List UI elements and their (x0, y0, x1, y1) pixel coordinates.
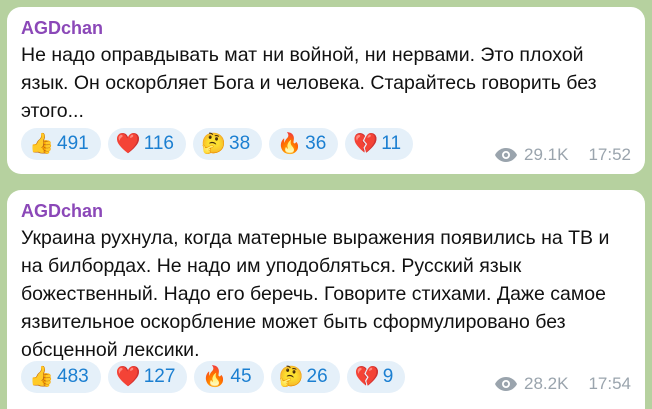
thumbs-up-icon: 👍 (29, 133, 54, 155)
broken-heart-icon: 💔 (353, 133, 379, 155)
reaction-count: 9 (382, 366, 394, 387)
reaction-chip[interactable]: 🤔 26 (270, 361, 340, 393)
reactions-row: 👍 491 ❤️ 116 🤔 38 🔥 36 💔 11 (21, 128, 414, 160)
reaction-count: 38 (229, 133, 251, 154)
message-time: 17:52 (588, 145, 631, 164)
view-count: 28.2K (524, 374, 569, 393)
message-bubble[interactable]: AGDchan Не надо оправдывать мат ни войно… (7, 7, 645, 174)
eye-icon (495, 148, 518, 162)
reaction-count: 127 (143, 366, 176, 387)
reaction-chip[interactable]: 🔥 36 (269, 128, 339, 160)
message-text: Украина рухнула, когда матерные выражени… (21, 227, 610, 361)
reaction-chip[interactable]: ❤️ 127 (107, 361, 188, 393)
reaction-chip[interactable]: 💔 9 (346, 361, 406, 393)
sender-name[interactable]: AGDchan (21, 200, 631, 222)
reaction-count: 116 (143, 133, 174, 154)
message-text: Не надо оправдывать мат ни войной, ни не… (21, 44, 597, 122)
thinking-face-icon: 🤔 (278, 366, 304, 388)
reaction-count: 45 (230, 366, 252, 387)
fire-icon: 🔥 (277, 133, 303, 155)
reaction-chip[interactable]: 🤔 38 (193, 128, 263, 160)
reaction-chip[interactable]: 👍 483 (21, 361, 101, 393)
message-bubble[interactable]: AGDchan Украина рухнула, когда матерные … (7, 190, 645, 409)
reaction-count: 491 (57, 133, 89, 154)
message-meta: 29.1K 17:52 (494, 145, 631, 165)
reactions-row: 👍 483 ❤️ 127 🔥 45 🤔 26 💔 9 (21, 361, 406, 393)
reaction-count: 11 (381, 133, 402, 154)
reaction-chip[interactable]: 👍 491 (21, 128, 101, 160)
heart-icon: ❤️ (115, 366, 141, 388)
reaction-chip[interactable]: 💔 11 (345, 128, 414, 160)
heart-icon: ❤️ (115, 133, 141, 155)
message-time: 17:54 (588, 374, 631, 393)
thinking-face-icon: 🤔 (201, 133, 226, 155)
reaction-count: 483 (57, 366, 89, 387)
sender-name[interactable]: AGDchan (21, 17, 631, 39)
message-meta: 28.2K 17:54 (494, 374, 631, 394)
reaction-chip[interactable]: ❤️ 116 (107, 128, 186, 160)
reaction-count: 26 (306, 366, 328, 387)
view-count: 29.1K (524, 145, 569, 164)
broken-heart-icon: 💔 (354, 366, 380, 388)
reaction-chip[interactable]: 🔥 45 (194, 361, 264, 393)
fire-icon: 🔥 (202, 366, 228, 388)
eye-icon (495, 377, 518, 391)
reaction-count: 36 (305, 133, 327, 154)
thumbs-up-icon: 👍 (29, 366, 54, 388)
